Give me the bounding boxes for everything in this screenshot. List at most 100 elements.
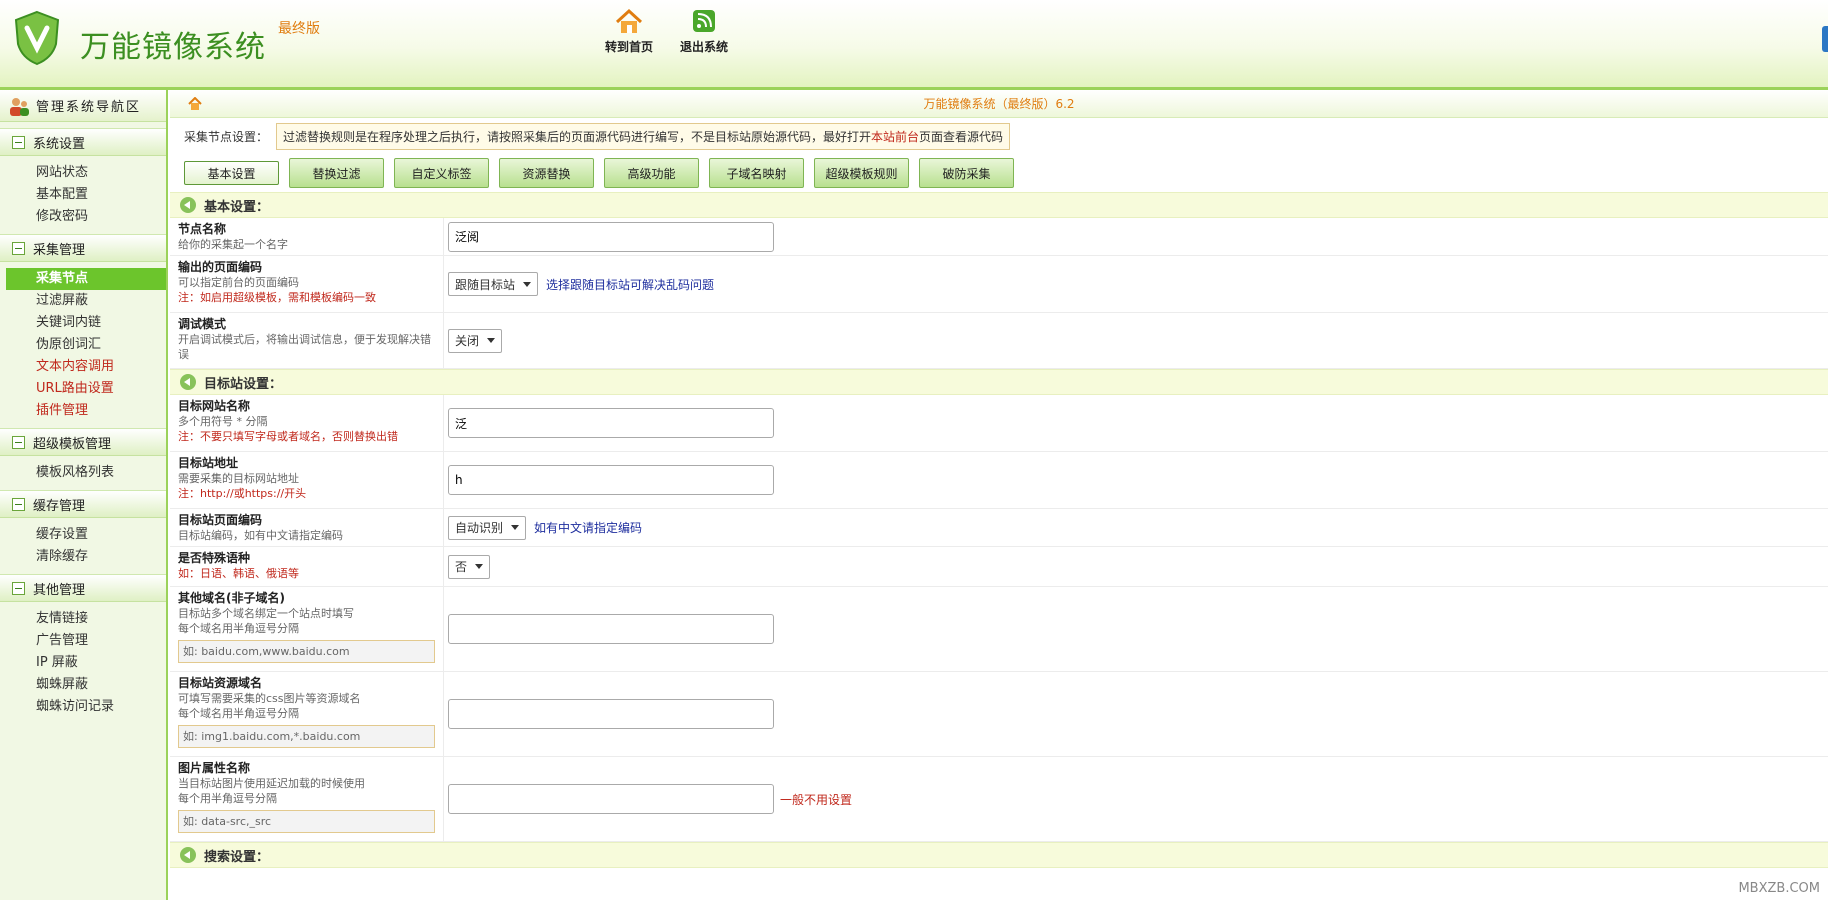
target-name-input[interactable] <box>448 408 774 438</box>
sidebar-item-template-list[interactable]: 模板风格列表 <box>0 462 166 484</box>
no-setting-needed-text: 一般不用设置 <box>780 792 853 807</box>
notice-label: 采集节点设置： <box>184 129 269 144</box>
select-value: 跟随目标站 <box>455 277 516 292</box>
sidebar-item-filter[interactable]: 过滤屏蔽 <box>0 290 166 312</box>
row-value <box>444 218 1828 255</box>
tab-subdomain-map[interactable]: 子域名映射 <box>709 158 804 188</box>
exit-icon <box>693 10 715 32</box>
row-target-url: 目标站地址 需要采集的目标网站地址 注：http://或https://开头 <box>170 452 1828 509</box>
section-arrow-icon <box>180 197 196 213</box>
row-target-encoding: 目标站页面编码 目标站编码，如有中文请指定编码 自动识别 如有中文请指定编码 <box>170 509 1828 547</box>
section-arrow-icon <box>180 374 196 390</box>
sidebar-group-collect[interactable]: 采集管理 <box>0 234 166 262</box>
sidebar-item-spider-block[interactable]: 蜘蛛屏蔽 <box>0 674 166 696</box>
goto-home-button[interactable]: 转到首页 <box>605 8 653 55</box>
row-value <box>444 395 1828 451</box>
row-special-lang: 是否特殊语种 如：日语、韩语、俄语等 否 <box>170 547 1828 587</box>
field-desc: 目标站编码，如有中文请指定编码 <box>178 529 343 542</box>
row-label: 目标网站名称 多个用符号 * 分隔 注：不要只填写字母或者域名，否则替换出错 <box>170 395 444 451</box>
node-name-input[interactable] <box>448 221 774 252</box>
sidebar-group-template[interactable]: 超级模板管理 <box>0 428 166 456</box>
other-domain-input[interactable] <box>448 614 774 644</box>
tab-bar: 基本设置 替换过滤 自定义标签 资源替换 高级功能 子域名映射 超级模板规则 破… <box>170 154 1828 192</box>
sidebar-group-other[interactable]: 其他管理 <box>0 574 166 602</box>
group-label: 系统设置 <box>33 136 86 152</box>
field-name: 目标站页面编码 <box>178 513 263 527</box>
header-edge-tab[interactable] <box>1822 26 1828 52</box>
sidebar-item-plugins[interactable]: 插件管理 <box>0 400 166 422</box>
section-title: 搜索设置： <box>204 849 270 865</box>
sidebar-item-ip-block[interactable]: IP 屏蔽 <box>0 652 166 674</box>
row-label: 调试模式 开启调试模式后，将输出调试信息，便于发现解决错误 <box>170 313 444 368</box>
tab-super-template[interactable]: 超级模板规则 <box>814 158 909 188</box>
row-value <box>444 587 1828 671</box>
notice-row: 采集节点设置： 过滤替换规则是在程序处理之后执行，请按照采集后的页面源代码进行编… <box>170 118 1828 154</box>
special-lang-select[interactable]: 否 <box>448 554 491 579</box>
collapse-icon <box>12 135 25 149</box>
chevron-down-icon <box>511 525 520 530</box>
target-url-input[interactable] <box>448 465 774 495</box>
row-label: 是否特殊语种 如：日语、韩语、俄语等 <box>170 547 444 586</box>
section-search: 搜索设置： <box>170 842 1828 868</box>
output-encoding-select[interactable]: 跟随目标站 <box>448 272 539 296</box>
field-name: 调试模式 <box>178 317 227 331</box>
notice-box: 过滤替换规则是在程序处理之后执行，请按照采集后的页面源代码进行编写，不是目标站原… <box>276 122 1011 150</box>
sidebar-item-collect-node[interactable]: 采集节点 <box>6 268 166 290</box>
tab-custom-tags[interactable]: 自定义标签 <box>394 158 489 188</box>
select-value: 否 <box>455 560 468 574</box>
tab-basic[interactable]: 基本设置 <box>184 161 279 185</box>
sidebar-item-pseudo-words[interactable]: 伪原创词汇 <box>0 334 166 356</box>
group-label: 超级模板管理 <box>33 436 112 452</box>
sidebar-item-text-call[interactable]: 文本内容调用 <box>0 356 166 378</box>
chevron-down-icon <box>523 281 532 287</box>
tab-resource-replace[interactable]: 资源替换 <box>499 158 594 188</box>
sidebar-item-cache-settings[interactable]: 缓存设置 <box>0 524 166 546</box>
field-note: 注：如启用超级模板，需和模板编码一致 <box>178 291 376 304</box>
target-encoding-select[interactable]: 自动识别 <box>448 515 527 540</box>
img-attr-input[interactable] <box>448 784 774 814</box>
field-desc: 每个用半角逗号分隔 <box>178 792 277 805</box>
section-title: 基本设置： <box>204 199 270 215</box>
sidebar-item-url-route[interactable]: URL路由设置 <box>0 378 166 400</box>
field-desc: 开启调试模式后，将输出调试信息，便于发现解决错误 <box>178 333 431 361</box>
sidebar-item-clear-cache[interactable]: 清除缓存 <box>0 546 166 568</box>
row-label: 节点名称 给你的采集起一个名字 <box>170 218 444 255</box>
section-arrow-icon <box>180 847 196 863</box>
home-small-icon[interactable] <box>188 97 202 111</box>
tab-advanced[interactable]: 高级功能 <box>604 158 699 188</box>
group-label: 其他管理 <box>33 582 86 598</box>
row-label: 图片属性名称 当目标站图片使用延迟加载的时候使用 每个用半角逗号分隔 如: da… <box>170 757 444 841</box>
sidebar-item-basic-config[interactable]: 基本配置 <box>0 184 166 206</box>
frontend-link[interactable]: 本站前台 <box>871 130 919 144</box>
chevron-down-icon <box>475 564 484 569</box>
field-name: 是否特殊语种 <box>178 551 251 565</box>
sidebar-item-change-password[interactable]: 修改密码 <box>0 206 166 228</box>
sidebar-item-friend-links[interactable]: 友情链接 <box>0 608 166 630</box>
row-value: 跟随目标站 选择跟随目标站可解决乱码问题 <box>444 256 1828 312</box>
resource-domain-input[interactable] <box>448 699 774 729</box>
page-title-bar: 万能镜像系统（最终版）6.2 <box>170 90 1828 118</box>
row-resource-domain: 目标站资源域名 可填写需要采集的css图片等资源域名 每个域名用半角逗号分隔 如… <box>170 672 1828 757</box>
row-label: 输出的页面编码 可以指定前台的页面编码 注：如启用超级模板，需和模板编码一致 <box>170 256 444 312</box>
sidebar-group-cache[interactable]: 缓存管理 <box>0 490 166 518</box>
row-target-name: 目标网站名称 多个用符号 * 分隔 注：不要只填写字母或者域名，否则替换出错 <box>170 395 1828 452</box>
example-hint: 如: baidu.com,www.baidu.com <box>178 640 435 663</box>
goto-home-label: 转到首页 <box>605 40 654 54</box>
collapse-icon <box>12 497 25 511</box>
sidebar-item-keyword-links[interactable]: 关键词内链 <box>0 312 166 334</box>
logout-label: 退出系统 <box>680 40 729 54</box>
sidebar-item-site-status[interactable]: 网站状态 <box>0 162 166 184</box>
row-label: 目标站页面编码 目标站编码，如有中文请指定编码 <box>170 509 444 546</box>
sidebar-item-spider-log[interactable]: 蜘蛛访问记录 <box>0 696 166 718</box>
tab-anti-block[interactable]: 破防采集 <box>919 158 1014 188</box>
debug-select[interactable]: 关闭 <box>448 328 503 353</box>
tab-replace-filter[interactable]: 替换过滤 <box>289 158 384 188</box>
field-desc: 每个域名用半角逗号分隔 <box>178 707 299 720</box>
sidebar-group-system[interactable]: 系统设置 <box>0 128 166 156</box>
logout-button[interactable]: 退出系统 <box>680 8 728 55</box>
row-label: 目标站地址 需要采集的目标网站地址 注：http://或https://开头 <box>170 452 444 508</box>
row-img-attr: 图片属性名称 当目标站图片使用延迟加载的时候使用 每个用半角逗号分隔 如: da… <box>170 757 1828 842</box>
collapse-icon <box>12 435 25 449</box>
sidebar-item-ads[interactable]: 广告管理 <box>0 630 166 652</box>
section-title: 目标站设置： <box>204 376 283 392</box>
